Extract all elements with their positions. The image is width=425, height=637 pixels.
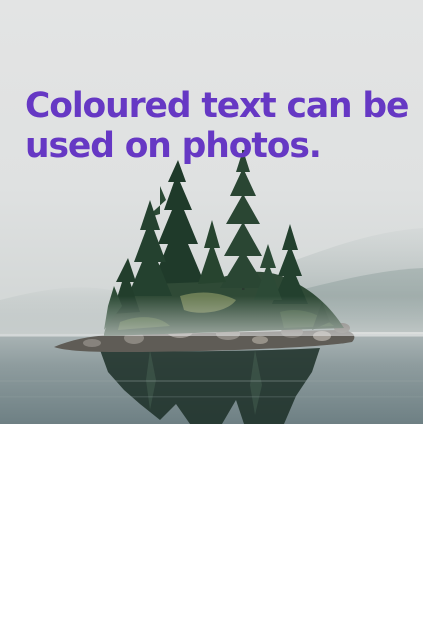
- headline-line-2: used on photos.: [25, 126, 322, 166]
- photo-card: Coloured text can be used on photos.: [0, 0, 423, 424]
- island-lake-photo: [0, 0, 423, 424]
- headline-line-1: Coloured text can be: [25, 86, 409, 126]
- photo-headline: Coloured text can be used on photos.: [25, 86, 409, 166]
